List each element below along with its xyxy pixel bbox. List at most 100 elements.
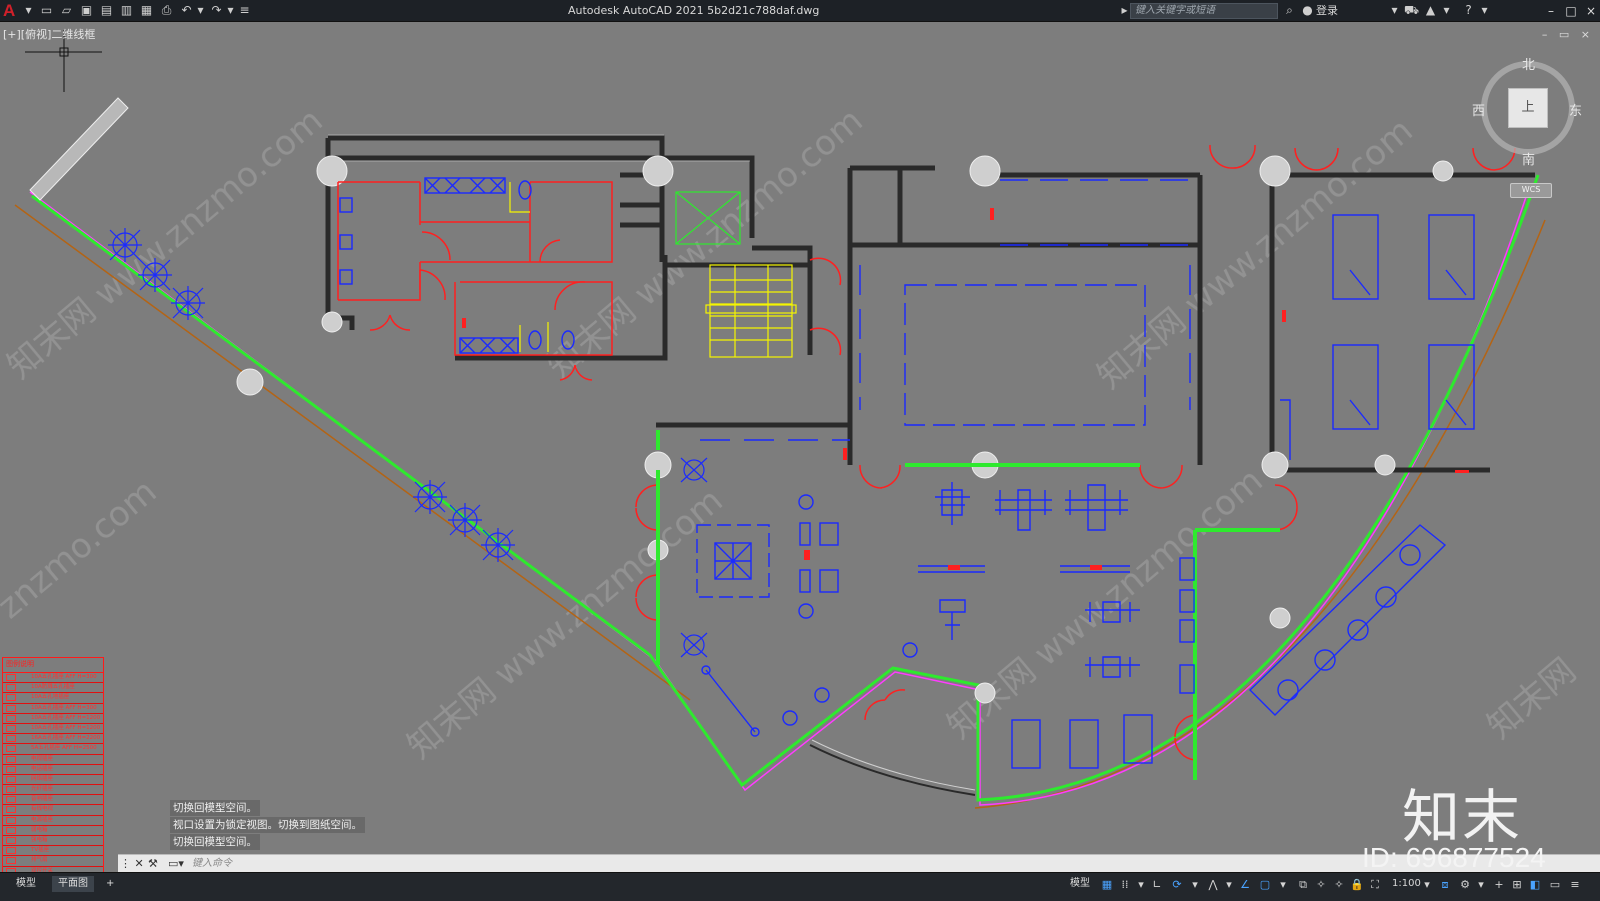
isodraft-dropdown-icon[interactable]: ▾ [1222, 877, 1236, 893]
legend-row-label: 有线电视 [31, 806, 54, 813]
open-icon[interactable]: ▱ [60, 4, 73, 17]
legend-symbol-icon [6, 735, 16, 743]
command-input[interactable]: 键入命令 [192, 855, 232, 872]
lineweight-icon[interactable]: ⧉ [1296, 877, 1310, 893]
lock-ui-icon[interactable]: 🔒 [1350, 877, 1364, 893]
legend-row: 电视插座 [3, 755, 103, 765]
compass-west[interactable]: 西 [1472, 100, 1485, 119]
wrench-icon[interactable]: ⚒ [148, 855, 158, 872]
legend-title: 图例说明 [3, 658, 103, 673]
tab-model[interactable]: 模型 [10, 876, 42, 892]
viewport-controls-label[interactable]: [+][俯视]二维线框 [3, 26, 95, 42]
legend-row-label: 10A五孔地插座 [31, 694, 70, 701]
save-icon[interactable]: ▣ [80, 4, 93, 17]
magenta-outline [29, 184, 1531, 806]
legend-row-label: 音响插座 [31, 796, 54, 803]
undo-dropdown-icon[interactable]: ▾ [194, 4, 207, 17]
watermark-id: ID: 696877524 [1362, 842, 1546, 873]
redo-icon[interactable]: ↷ [210, 4, 223, 17]
search-icon[interactable]: ⌕ [1283, 4, 1296, 17]
model-space-toggle[interactable]: 模型 [1064, 876, 1096, 892]
a360-dropdown-icon[interactable]: ▾ [1440, 4, 1453, 17]
legend-symbol-icon [6, 775, 16, 783]
polar-icon[interactable]: ⟳ [1170, 877, 1184, 893]
command-history-line: 切换回模型空间。 [170, 834, 260, 850]
legend-row: 10A防溅五孔插座 [3, 683, 103, 694]
help-dropdown-icon[interactable]: ▾ [1478, 4, 1491, 17]
signin-dropdown-icon[interactable]: ▾ [1388, 4, 1401, 17]
legend-row: 10A五孔插座 AFF H=1200 [3, 714, 103, 724]
legend-row: 10A五孔地插座 [3, 693, 103, 704]
autocad-logo-icon[interactable]: A [3, 2, 15, 20]
legend-row-label: TV插座 [31, 847, 50, 854]
app-menu-chevron-icon[interactable]: ▾ [22, 4, 35, 17]
recent-commands-icon[interactable]: ▭▾ [168, 855, 184, 872]
polar-dropdown-icon[interactable]: ▾ [1188, 877, 1202, 893]
wcs-menu-button[interactable]: WCS [1510, 183, 1552, 198]
snap-icon[interactable]: ⁞⁞ [1118, 877, 1132, 893]
outer-site-boundary [14, 204, 1546, 809]
legend-symbol-icon [6, 694, 16, 702]
object-snap-dropdown-icon[interactable]: ▾ [1276, 877, 1290, 893]
search-input[interactable]: 键入关键字或短语 [1130, 3, 1278, 19]
annotation-visibility-icon[interactable]: ✧ [1314, 877, 1328, 893]
legend-symbol-icon [6, 704, 16, 712]
viewcube[interactable]: 北 南 东 西 上 [1472, 58, 1582, 168]
legend-row: 电话插座 [3, 765, 103, 775]
cart-icon[interactable]: ⛟ [1404, 4, 1419, 17]
legend-symbol-icon [6, 837, 16, 844]
close-command-line-icon[interactable]: ⋮ ✕ [120, 855, 144, 872]
legend-row-label: 网络插座 [31, 775, 54, 782]
grid-icon[interactable]: ▦ [1100, 877, 1114, 893]
compass-east[interactable]: 东 [1569, 100, 1582, 119]
viewport-window-controls[interactable]: – ▭ × [1542, 28, 1594, 41]
workspace-gear-icon[interactable]: ⚙ [1458, 877, 1472, 893]
legend-row: 排气扇 [3, 856, 103, 867]
legend-symbol-icon [6, 796, 16, 804]
scale-dropdown-icon[interactable]: ▾ [1420, 877, 1434, 893]
compass-south[interactable]: 南 [1522, 149, 1535, 168]
legend-row-label: 强电箱 [31, 837, 48, 843]
tab-layout-plan[interactable]: 平面图 [52, 876, 94, 892]
viewcube-top-face[interactable]: 上 [1508, 88, 1548, 128]
close-icon[interactable]: × [1580, 0, 1600, 22]
plus-icon[interactable]: + [1492, 877, 1506, 893]
help-icon[interactable]: ? [1462, 4, 1475, 17]
signin-button[interactable]: 登录 [1316, 0, 1338, 22]
object-snap-tracking-icon[interactable]: ∠ [1238, 877, 1252, 893]
save-as-icon[interactable]: ▤ [100, 4, 113, 17]
legend-row: 10A五孔插座 AFF H=1200 [3, 724, 103, 735]
object-snap-icon[interactable]: ▢ [1258, 877, 1272, 893]
add-layout-button[interactable]: + [100, 876, 120, 892]
zoom-extents-icon[interactable]: ⛶ [1368, 877, 1382, 893]
isodraft-icon[interactable]: ⋀ [1206, 877, 1220, 893]
customize-qat-icon[interactable]: ≡ [238, 4, 251, 17]
workspace-dropdown-icon[interactable]: ▾ [1474, 877, 1488, 893]
auto-scale-icon[interactable]: ✧ [1332, 877, 1346, 893]
user-icon[interactable]: ● [1301, 4, 1314, 17]
maximize-icon[interactable]: □ [1560, 0, 1582, 22]
new-icon[interactable]: ▭ [40, 4, 53, 17]
undo-icon[interactable]: ↶ [180, 4, 193, 17]
annotation-scale[interactable]: 1:100 [1392, 876, 1421, 892]
ortho-icon[interactable]: ∟ [1150, 877, 1164, 893]
publish-icon[interactable]: ▥ [120, 4, 133, 17]
red-marks [462, 208, 1469, 570]
drawing-canvas[interactable]: 知末网 www.znzmo.com znzmo.com 知末网 www.znzm… [0, 22, 1600, 854]
plot-preview-icon[interactable]: ▦ [140, 4, 153, 17]
clean-screen-icon[interactable]: ▭ [1548, 877, 1562, 893]
legend-symbol-icon [6, 765, 16, 773]
snap-dropdown-icon[interactable]: ▾ [1134, 877, 1148, 893]
svg-text:知末网 www.znzmo.com: 知末网 www.znzmo.com [0, 100, 331, 386]
selection-cycling-icon[interactable]: ⧈ [1438, 877, 1452, 893]
graphics-performance-icon[interactable]: ⊞ [1510, 877, 1524, 893]
legend-row: 10A五孔插座 AFF H=300 [3, 673, 103, 684]
plot-icon[interactable]: ⎙ [160, 4, 173, 17]
isolate-objects-icon[interactable]: ◧ [1528, 877, 1542, 893]
redo-dropdown-icon[interactable]: ▾ [224, 4, 237, 17]
customize-status-bar-icon[interactable]: ≡ [1568, 877, 1582, 893]
compass-north[interactable]: 北 [1522, 54, 1535, 73]
minimize-icon[interactable]: – [1540, 0, 1562, 22]
legend-row-label: 排气扇 [31, 857, 48, 864]
a360-icon[interactable]: ▲ [1424, 4, 1437, 17]
